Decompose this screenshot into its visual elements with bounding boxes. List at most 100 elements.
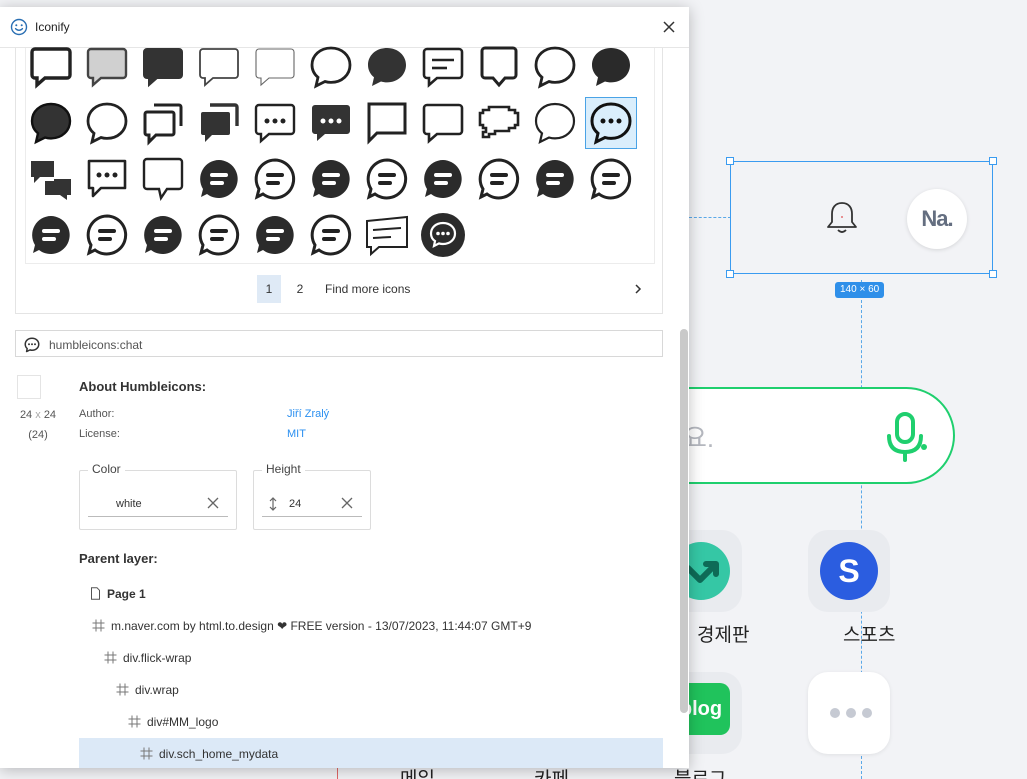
chat-lines-round-filled-icon[interactable] <box>249 209 301 261</box>
app-label-sports: 스포츠 <box>843 625 896 646</box>
icon-dimensions: 24 x 24 (24) <box>12 405 64 445</box>
square-chat-outline-bold-icon[interactable] <box>25 41 77 93</box>
chat-corner-outline-icon[interactable] <box>361 97 413 149</box>
icon-name-field[interactable]: humbleicons:chat <box>15 330 663 357</box>
tree-item-label: div#MM_logo <box>147 715 219 729</box>
chat-lines-round-filled-icon[interactable] <box>25 209 77 261</box>
clear-height-icon[interactable] <box>339 495 355 511</box>
find-more-icons-link[interactable]: Find more icons <box>325 275 419 303</box>
icon-results: 1 2 Find more icons <box>15 46 663 314</box>
chat-text-outline-icon[interactable] <box>361 209 413 261</box>
round-chat-thin-icon[interactable] <box>529 41 581 93</box>
chat-lines-round-filled-icon[interactable] <box>529 153 581 205</box>
resize-handle-top-right[interactable] <box>989 157 997 165</box>
color-field-label: Color <box>88 462 125 476</box>
tree-item-label: m.naver.com by html.to.design ❤ FREE ver… <box>111 619 532 633</box>
square-chat-filled-icon[interactable] <box>137 41 189 93</box>
parent-layer-title: Parent layer: <box>79 551 158 566</box>
frame-icon <box>116 683 129 696</box>
round-chat-outline-icon[interactable] <box>305 41 357 93</box>
page-icon <box>91 587 100 600</box>
chat-lines-round-filled-icon[interactable] <box>417 153 469 205</box>
resize-handle-top-left[interactable] <box>726 157 734 165</box>
author-link[interactable]: Jiří Zralý <box>287 408 329 420</box>
chat-lines-round-outline-icon[interactable] <box>473 153 525 205</box>
round-chat-filled-2-icon[interactable] <box>585 41 637 93</box>
tree-item-label: div.wrap <box>135 683 179 697</box>
chat-pixel-outline-icon[interactable] <box>473 97 525 149</box>
tree-item-sch-home-mydata[interactable]: div.sch_home_mydata <box>79 738 663 768</box>
chevron-right-icon[interactable] <box>632 283 644 295</box>
license-label: License: <box>79 428 120 440</box>
tree-item-mm-logo[interactable]: div#MM_logo <box>79 706 663 737</box>
chat-lines-round-outline-icon[interactable] <box>249 153 301 205</box>
frame-icon <box>92 619 105 632</box>
frame-icon <box>140 747 153 760</box>
iconify-panel: Iconify 1 2 Find more icons humbleicons:… <box>0 7 689 768</box>
height-field: Height 24 <box>253 462 371 530</box>
chat-lines-round-outline-icon[interactable] <box>305 209 357 261</box>
round-chat-filled-outline-icon[interactable] <box>25 97 77 149</box>
tree-item-page[interactable]: Page 1 <box>79 578 663 609</box>
square-chat-outline-icon[interactable] <box>193 41 245 93</box>
chat-lines-round-outline-icon[interactable] <box>361 153 413 205</box>
close-icon[interactable] <box>659 17 679 37</box>
round-chat-filled-icon[interactable] <box>361 41 413 93</box>
app-label-finance: 경제판 <box>697 625 750 646</box>
chat-tail-outline-icon[interactable] <box>137 153 189 205</box>
page-2-button[interactable]: 2 <box>288 275 312 303</box>
clear-color-icon[interactable] <box>205 495 221 511</box>
frame-icon <box>104 651 117 664</box>
tree-item-wrap[interactable]: div.wrap <box>79 674 663 705</box>
tree-item-flick-wrap[interactable]: div.flick-wrap <box>79 642 663 673</box>
chat-square-outline-icon[interactable] <box>417 97 469 149</box>
chat-icon <box>24 337 40 353</box>
chat-lines-round-outline-icon[interactable] <box>81 209 133 261</box>
smiley-icon <box>10 18 28 36</box>
selection-size-badge: 140 × 60 <box>835 282 885 298</box>
avatar[interactable]: Na. <box>907 189 967 249</box>
icon-size-note: (24) <box>28 429 48 441</box>
chat-dots-square-icon[interactable] <box>81 153 133 205</box>
chat-lines-round-outline-icon[interactable] <box>193 209 245 261</box>
chat-lines-round-filled-icon[interactable] <box>305 153 357 205</box>
resize-handle-bottom-left[interactable] <box>726 270 734 278</box>
about-title: About Humbleicons: <box>79 379 207 394</box>
tree-item-frame[interactable]: m.naver.com by html.to.design ❤ FREE ver… <box>79 610 663 641</box>
frame-icon <box>128 715 141 728</box>
height-field-label: Height <box>262 462 305 476</box>
chat-lines-round-filled-icon[interactable] <box>193 153 245 205</box>
tree-item-label: Page 1 <box>107 587 146 601</box>
icon-grid <box>25 46 655 264</box>
chats-outline-icon[interactable] <box>137 97 189 149</box>
tree-item-label: div.flick-wrap <box>123 651 192 665</box>
chat-dots-circle-filled-icon[interactable] <box>417 209 469 261</box>
resize-handle-bottom-right[interactable] <box>989 270 997 278</box>
pagination: 1 2 Find more icons <box>16 275 662 303</box>
page-1-button[interactable]: 1 <box>257 275 281 303</box>
color-field: Color white <box>79 462 237 530</box>
chat-lines-outline-icon[interactable] <box>417 41 469 93</box>
bell-icon[interactable] <box>820 195 864 239</box>
chat-lines-round-outline-icon[interactable] <box>585 153 637 205</box>
dimension-separator: x <box>35 409 41 421</box>
more-dots-icon <box>830 708 872 718</box>
square-chat-filled-gray-icon[interactable] <box>81 41 133 93</box>
square-chat-thin-icon[interactable] <box>249 41 301 93</box>
chat-dots-filled-icon[interactable] <box>305 97 357 149</box>
chat-dots-round-selected-icon[interactable] <box>585 97 637 149</box>
chat-square-tail-icon[interactable] <box>473 41 525 93</box>
chat-dots-outline-icon[interactable] <box>249 97 301 149</box>
scrollbar[interactable] <box>680 329 688 713</box>
guide-line-horizontal <box>689 217 731 218</box>
icon-name-text: humbleicons:chat <box>49 338 143 352</box>
license-link[interactable]: MIT <box>287 428 306 440</box>
chats-filled-icon[interactable] <box>193 97 245 149</box>
tree-item-label: div.sch_home_mydata <box>159 747 279 761</box>
icon-height: 24 <box>43 409 57 421</box>
round-chat-outline-2-icon[interactable] <box>529 97 581 149</box>
chats-filled-2-icon[interactable] <box>25 153 77 205</box>
chat-lines-round-filled-icon[interactable] <box>137 209 189 261</box>
round-chat-outline-icon[interactable] <box>81 97 133 149</box>
microphone-icon[interactable] <box>880 410 930 462</box>
